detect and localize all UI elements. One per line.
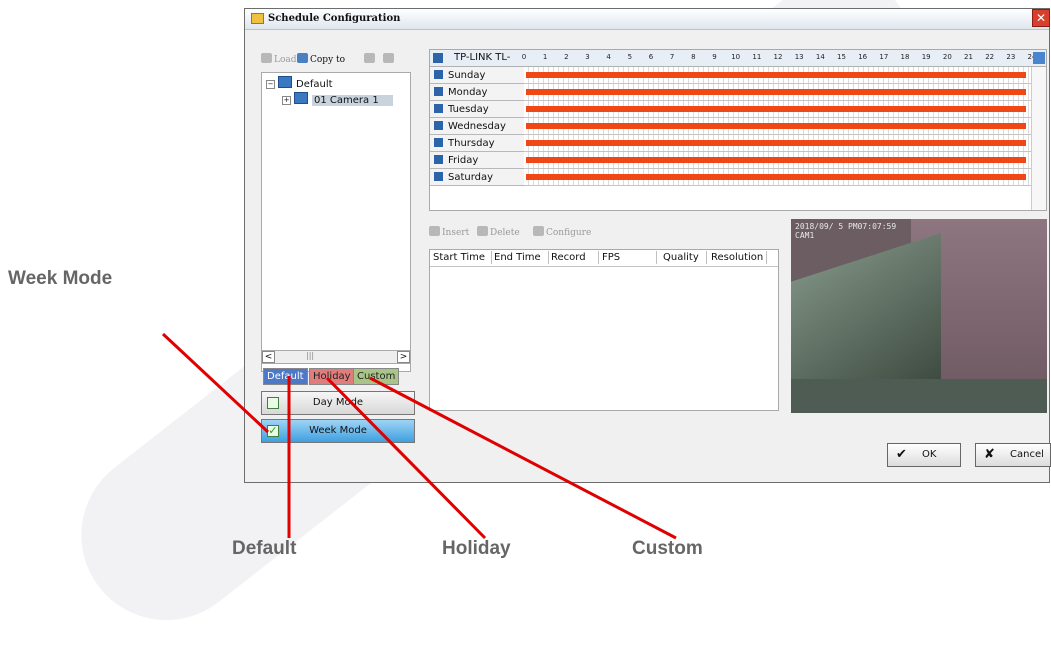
annotation-arrows — [161, 332, 677, 540]
arrow-holiday — [325, 376, 487, 540]
arrow-custom — [369, 376, 677, 540]
arrow-week-mode — [161, 332, 270, 434]
